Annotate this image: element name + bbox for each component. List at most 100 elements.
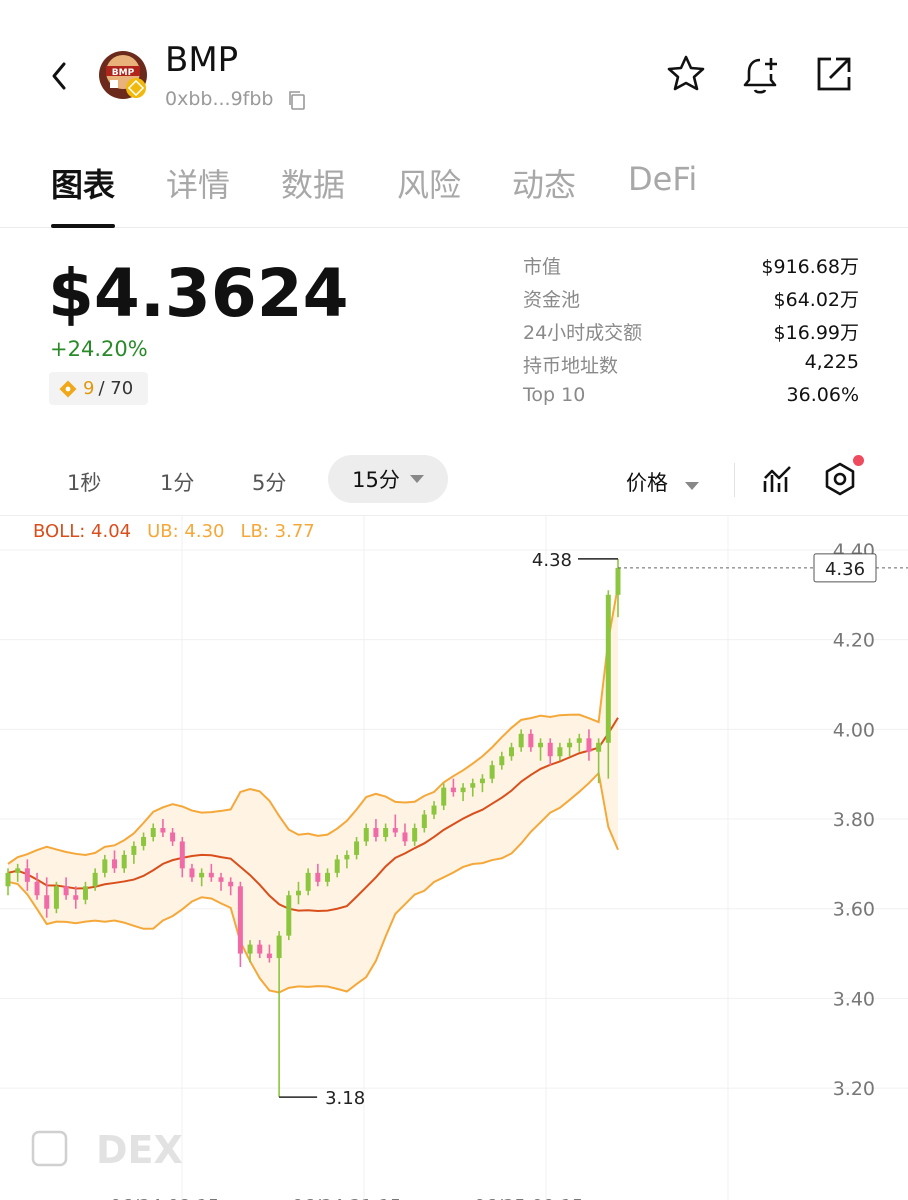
back-button[interactable]: [40, 56, 80, 96]
chevron-down-icon: [684, 482, 699, 490]
candle-body: [24, 868, 30, 882]
candle-body: [160, 828, 166, 833]
current-price: $4.3624: [48, 255, 349, 332]
candle-body: [334, 859, 340, 873]
price-chart[interactable]: BOLL: 4.04 UB: 4.30 LB: 3.77 4.40 4.20 4.00 3…: [0, 515, 908, 1200]
candle-body: [586, 738, 592, 752]
candle-body: [421, 814, 427, 828]
candle-body: [5, 872, 11, 887]
x-tick-label: 06/24 21:15: [292, 1196, 401, 1200]
current-price-label: 4.36: [825, 559, 865, 580]
stat-label: 24小时成交额: [523, 322, 643, 344]
rank-badge[interactable]: 9 / 70: [49, 372, 148, 405]
candle-body: [373, 828, 379, 837]
stat-value: 4,225: [804, 351, 859, 373]
divider: [734, 463, 735, 497]
candle-body: [431, 805, 437, 815]
x-tick-label: 06/24 08:15: [110, 1196, 219, 1200]
price-change: +24.20%: [50, 337, 148, 361]
active-tab-indicator: [51, 224, 115, 228]
candle-body: [286, 895, 292, 936]
indicator-button[interactable]: [758, 459, 798, 499]
candle-body: [325, 872, 331, 882]
y-tick-label: 3.60: [833, 899, 875, 921]
chart-settings-button[interactable]: [820, 459, 860, 499]
candle-body: [218, 877, 224, 882]
tab-chart[interactable]: 图表: [51, 160, 115, 206]
stat-row: 市值 $916.68万: [523, 250, 859, 283]
candle-body: [82, 886, 88, 900]
candle-body: [489, 765, 495, 779]
candle-body: [605, 594, 611, 743]
back-arrow-icon: [52, 62, 66, 90]
candle-body: [53, 886, 59, 909]
y-tick-label: 3.80: [833, 809, 875, 831]
interval-1m[interactable]: 1分: [160, 467, 194, 497]
candle-body: [363, 828, 369, 842]
stat-row: 24小时成交额 $16.99万: [523, 316, 859, 349]
indicator-chart-icon: [763, 466, 791, 492]
candle-body: [15, 868, 21, 873]
y-tick-label: 4.20: [833, 630, 875, 652]
token-address: 0xbb...9fbb: [165, 88, 274, 110]
candle-body: [150, 828, 156, 837]
candle-body: [344, 854, 350, 860]
tab-activity[interactable]: 动态: [512, 160, 576, 206]
copy-icon[interactable]: [286, 88, 310, 112]
y-tick-label: 3.20: [833, 1078, 875, 1100]
candle-body: [276, 935, 282, 959]
interval-1s[interactable]: 1秒: [67, 467, 101, 497]
stat-value: $64.02万: [773, 289, 859, 311]
candle-body: [295, 890, 301, 896]
high-marker-label: 4.38: [532, 550, 572, 571]
expand-icon: [31, 1130, 68, 1167]
stat-value: 36.06%: [786, 384, 859, 406]
stat-label: 资金池: [523, 289, 581, 311]
candle-body: [73, 895, 79, 900]
stat-value: $916.68万: [761, 256, 859, 278]
candle-body: [247, 944, 253, 954]
interval-bar: 1秒 1分 5分 15分 价格: [0, 455, 908, 505]
tab-bar: 图表 详情 数据 风险 动态 DeFi: [0, 150, 908, 228]
candle-body: [547, 742, 553, 757]
tab-risk[interactable]: 风险: [397, 160, 461, 206]
candle-body: [199, 872, 205, 878]
token-stats: 市值 $916.68万 资金池 $64.02万 24小时成交额 $16.99万 持币地…: [523, 250, 859, 415]
candlestick-chart[interactable]: 4.404.204.003.803.603.403.204.383.184.36…: [0, 516, 908, 1200]
candle-body: [189, 868, 195, 878]
interval-15m-dropdown[interactable]: 15分: [328, 455, 448, 503]
candle-body: [354, 841, 360, 855]
price-mode-dropdown[interactable]: 价格: [626, 467, 699, 497]
token-logo: BMP: [98, 50, 148, 100]
candle-body: [170, 832, 176, 842]
low-marker-label: 3.18: [325, 1088, 365, 1109]
rank-number: 9: [83, 378, 95, 399]
candle-body: [257, 944, 263, 954]
candle-body: [557, 747, 563, 757]
tab-defi[interactable]: DeFi: [628, 160, 697, 198]
tab-details[interactable]: 详情: [166, 160, 230, 206]
x-tick-label: 06/25 00:15: [474, 1196, 583, 1200]
candle-body: [567, 742, 573, 748]
candle-body: [131, 845, 137, 855]
share-button[interactable]: [812, 52, 856, 96]
share-external-icon: [817, 57, 851, 91]
candle-body: [538, 742, 544, 748]
candle-body: [596, 742, 602, 752]
tab-data[interactable]: 数据: [281, 160, 345, 206]
candle-body: [179, 841, 185, 869]
candle-body: [508, 747, 514, 757]
candle-body: [470, 783, 476, 788]
bell-plus-icon: [743, 58, 777, 94]
candle-body: [228, 881, 234, 887]
y-tick-label: 4.00: [833, 719, 875, 741]
candle-body: [208, 872, 214, 878]
candle-body: [315, 872, 321, 882]
favorite-button[interactable]: [664, 52, 708, 96]
interval-5m[interactable]: 5分: [252, 467, 286, 497]
candle-body: [383, 828, 389, 837]
candle-body: [92, 872, 98, 887]
price-alert-button[interactable]: [738, 52, 782, 96]
candle-body: [576, 738, 582, 743]
candle-body: [499, 756, 505, 766]
